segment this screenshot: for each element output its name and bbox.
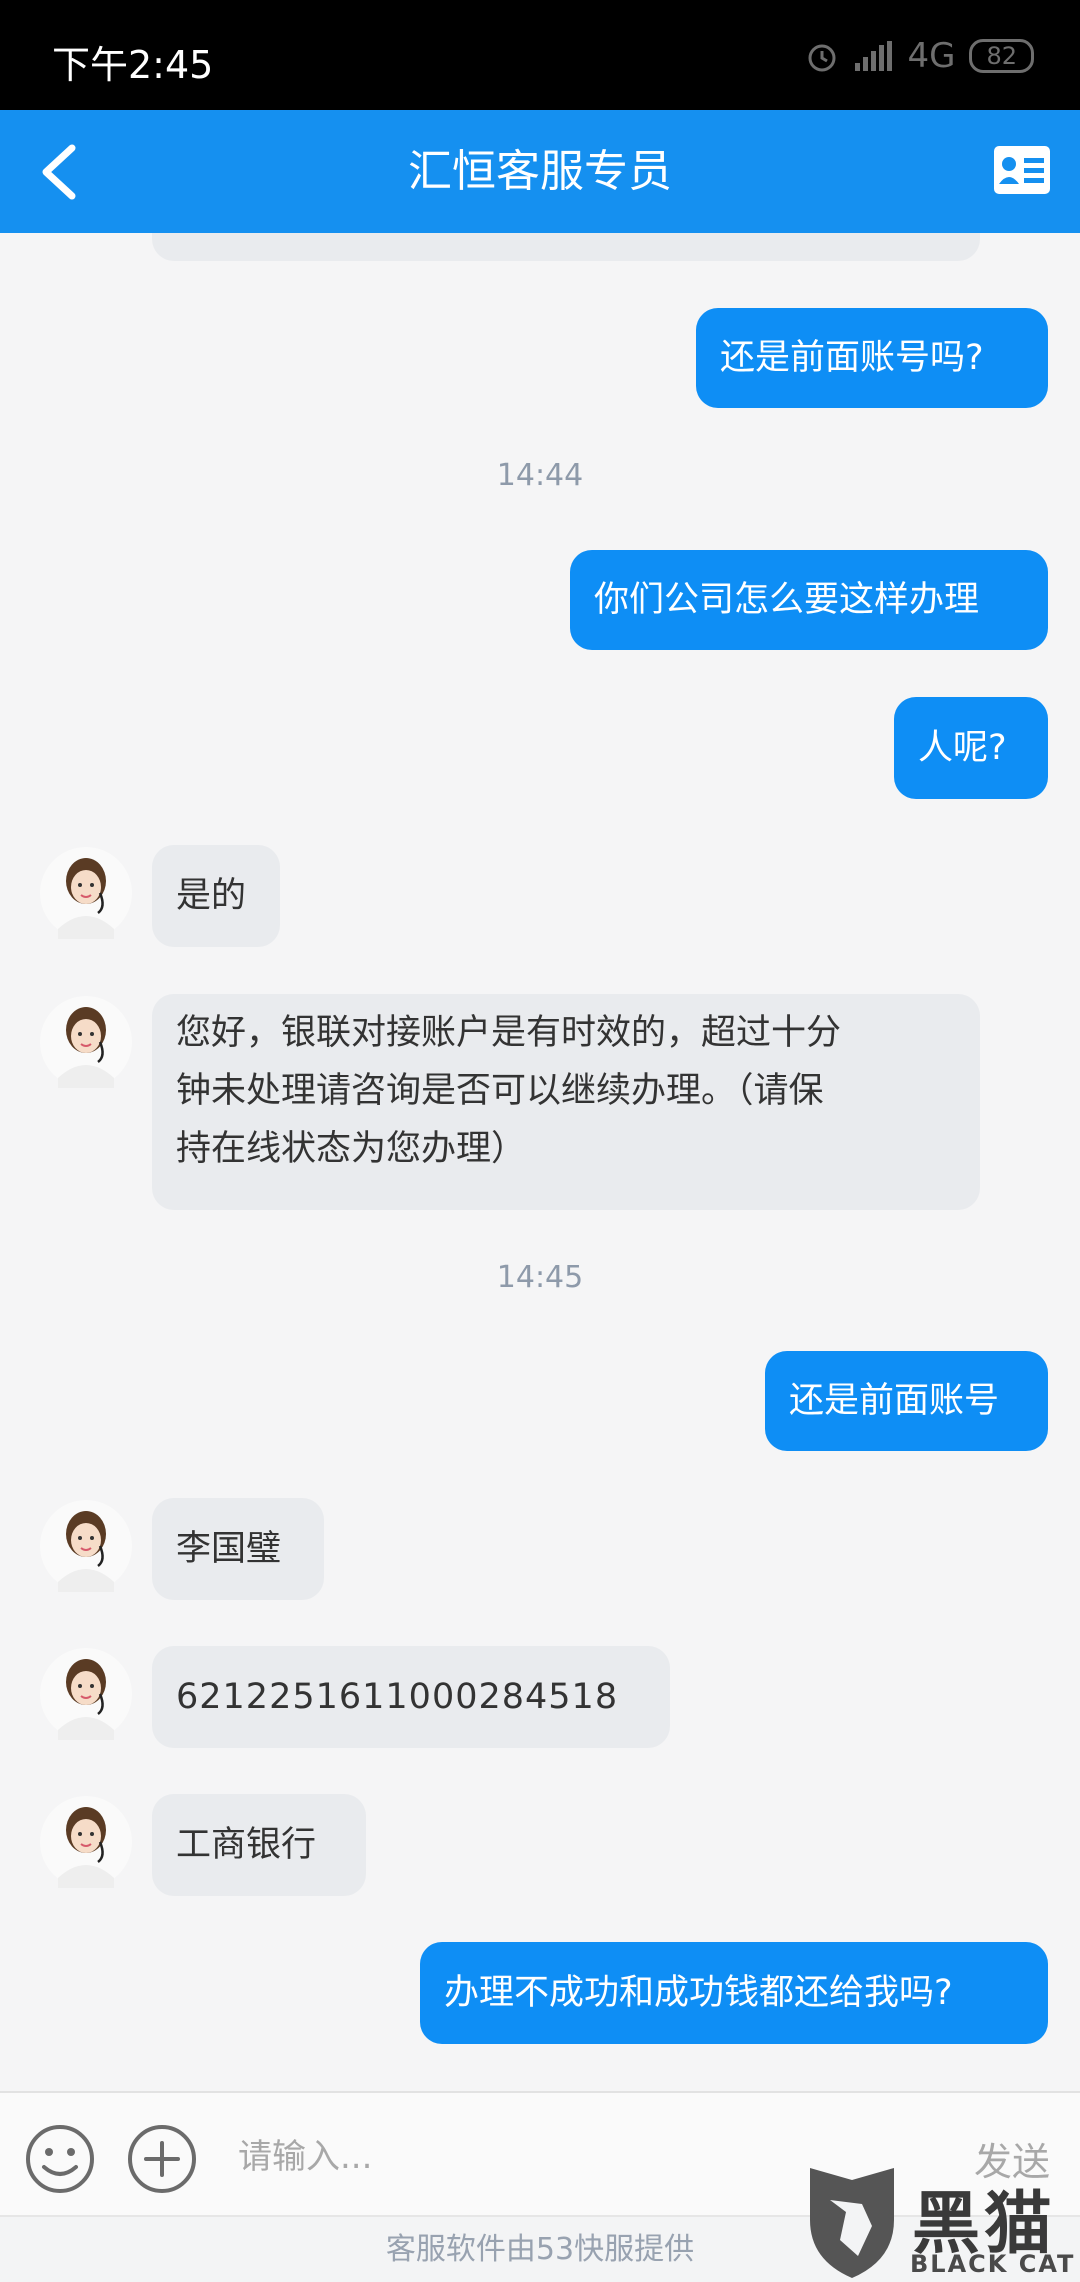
- message-text: 还是前面账号吗?: [720, 338, 984, 378]
- add-attachment-icon[interactable]: [126, 2123, 198, 2195]
- message-bubble-incoming: 李国璧: [152, 1498, 324, 1600]
- agent-avatar: [40, 847, 132, 939]
- message-bubble-outgoing: 还是前面账号: [765, 1351, 1048, 1451]
- alarm-icon: [808, 44, 836, 72]
- message-text-line: 钟未处理请咨询是否可以继续办理。（请保: [176, 1071, 824, 1111]
- emoji-icon[interactable]: [24, 2123, 96, 2195]
- network-type: 4G: [907, 36, 956, 76]
- signal-icon: [855, 41, 893, 71]
- message-bubble-incoming: 是的: [152, 845, 280, 947]
- message-bubble-incoming: 工商银行: [152, 1794, 366, 1896]
- message-text-line: 您好，银联对接账户是有时效的，超过十分: [176, 1013, 842, 1053]
- status-bar: 下午2:45 4G 82: [0, 0, 1080, 110]
- message-bubble-incoming: 6212251611000284518: [152, 1646, 670, 1748]
- message-bubble-incoming-partial: [152, 233, 980, 261]
- contact-card-icon[interactable]: [994, 146, 1050, 194]
- status-icons: 4G 82: [805, 36, 1034, 76]
- message-text: 工商银行: [176, 1825, 317, 1865]
- message-text: 是的: [176, 876, 247, 916]
- agent-avatar: [40, 1648, 132, 1740]
- message-timestamp: 14:44: [496, 458, 584, 493]
- message-bubble-outgoing: 办理不成功和成功钱都还给我吗?: [420, 1942, 1048, 2044]
- cat-shield-icon: [810, 2168, 894, 2278]
- message-text: 还是前面账号: [789, 1381, 1000, 1421]
- title-bar: 汇恒客服专员: [0, 110, 1080, 233]
- message-text: 你们公司怎么要这样办理: [594, 580, 980, 620]
- message-timestamp: 14:45: [496, 1260, 584, 1295]
- message-text: 李国璧: [176, 1529, 282, 1569]
- page-title: 汇恒客服专员: [408, 146, 672, 197]
- chat-messages[interactable]: 还是前面账号吗? 14:44 你们公司怎么要这样办理 人呢? 是的 您好，银联对…: [0, 233, 1080, 2091]
- message-text: 6212251611000284518: [176, 1677, 619, 1717]
- agent-avatar: [40, 1796, 132, 1888]
- message-bubble-outgoing: 你们公司怎么要这样办理: [570, 550, 1048, 650]
- status-time: 下午2:45: [52, 43, 214, 87]
- message-text-line: 持在线状态为您办理）: [176, 1129, 527, 1169]
- agent-avatar: [40, 996, 132, 1088]
- message-bubble-incoming: 您好，银联对接账户是有时效的，超过十分 钟未处理请咨询是否可以继续办理。（请保 …: [152, 994, 980, 1210]
- message-bubble-outgoing: 还是前面账号吗?: [696, 308, 1048, 408]
- battery-indicator: 82: [969, 39, 1034, 73]
- message-text: 人呢?: [918, 728, 1007, 768]
- message-text: 办理不成功和成功钱都还给我吗?: [444, 1973, 953, 2013]
- watermark-subtext: BLACK CAT: [910, 2250, 1076, 2278]
- watermark-logo: 黑猫 BLACK CAT: [800, 2160, 1080, 2280]
- message-bubble-outgoing: 人呢?: [894, 697, 1048, 799]
- agent-avatar: [40, 1500, 132, 1592]
